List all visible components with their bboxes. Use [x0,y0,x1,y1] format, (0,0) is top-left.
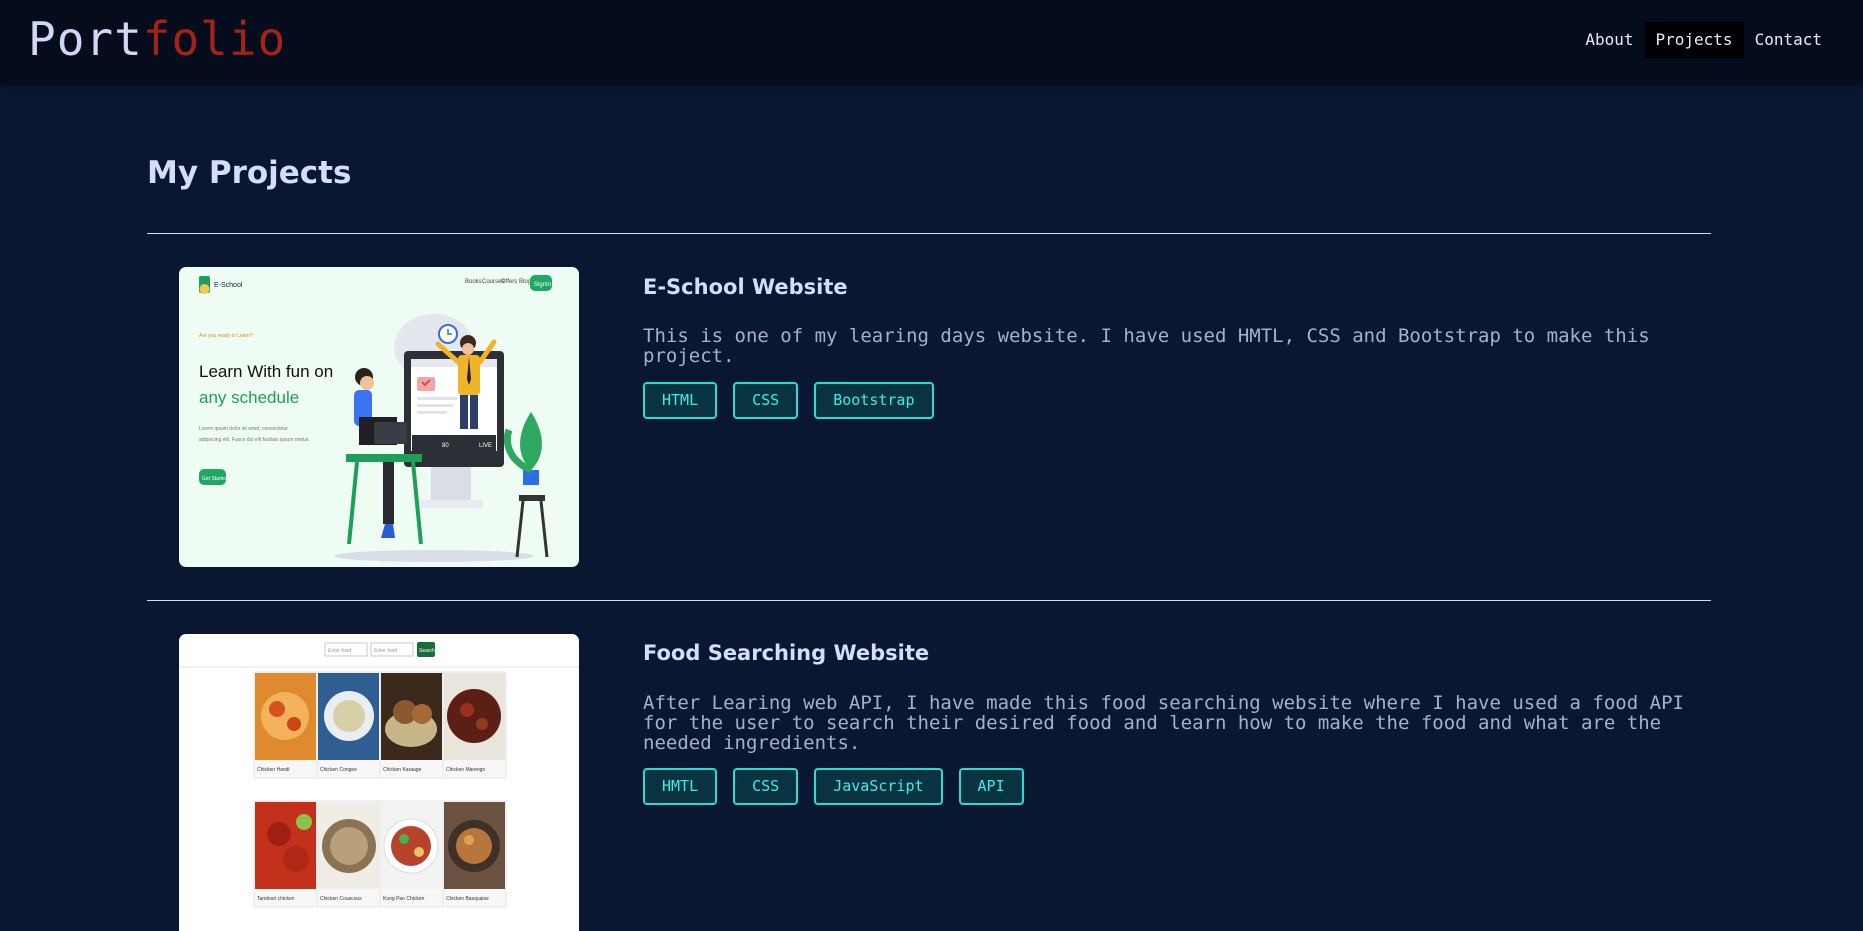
food-input-1: Enter food [328,648,351,654]
food-card-4: Chicken Marengo [442,671,507,779]
eschool-headline-1: Learn With fun on [199,362,333,381]
project-title: E-School Website [643,275,848,299]
eschool-signin: SignIn [534,282,551,288]
eschool-nav-3: Offers [501,279,517,285]
eschool-body-1: Lorem ipsum dolor sit amet, consectetur [199,426,288,432]
food-search-button: Search [419,648,435,654]
project-tags: HTML CSS Bootstrap [643,382,934,419]
project-title: Food Searching Website [643,641,930,665]
eschool-cta: Get Started [202,476,228,482]
food-card-5: Tandoori chicken [253,800,318,908]
tag-css: CSS [733,768,799,805]
eschool-headline-2: any schedule [199,388,299,407]
project-thumbnail-eschool[interactable]: E-School Books Courses Offers Blog SignI… [179,267,579,567]
brand-part-2: folio [142,12,287,66]
food-card-6: Chicken Couscous [316,800,381,908]
food-card-2: Chicken Congee [316,671,381,779]
project-description: This is one of my learing days website. … [643,325,1650,367]
tag-css: CSS [733,382,799,419]
svg-text:Chicken Marengo: Chicken Marengo [446,767,485,773]
svg-text:Kung Pao Chicken: Kung Pao Chicken [383,896,425,902]
food-input-2: Enter food [374,648,397,654]
svg-text:Chicken Congee: Chicken Congee [320,767,357,773]
divider [147,233,1711,234]
food-card-8: Chicken Basquaise [442,800,507,908]
nav-contact[interactable]: Contact [1744,22,1833,58]
nav-about[interactable]: About [1574,22,1644,58]
tag-api: API [958,768,1024,805]
eschool-live: LIVE [479,443,492,449]
tag-javascript: JavaScript [814,768,943,805]
brand-part-1: Port [28,12,143,66]
page-title: My Projects [147,155,352,191]
eschool-nav-4: Blog [519,279,531,285]
food-card-1: Chicken Handi [253,671,318,779]
project-tags: HMTL CSS JavaScript API [643,768,1024,805]
eschool-logo-icon [199,276,210,294]
svg-text:Chicken Couscous: Chicken Couscous [320,896,362,902]
svg-text:Chicken Handi: Chicken Handi [257,767,290,773]
tag-html: HTML [643,382,718,419]
svg-text:Tandoori chicken: Tandoori chicken [257,896,295,902]
nav-menu: About Projects Contact [1574,22,1833,58]
navbar: Portfolio About Projects Contact [0,0,1863,84]
food-card-3: Chicken Karaage [379,671,444,779]
food-card-7: Kung Pao Chicken [379,800,444,908]
divider [147,600,1711,601]
brand-logo[interactable]: Portfolio [28,10,286,68]
tag-bootstrap: Bootstrap [814,382,934,419]
eschool-body-2: adipiscing elit. Fusce dui elit facilisi… [199,437,310,443]
project-thumbnail-food[interactable]: Enter food Enter food Search Chicken Han… [179,634,579,931]
eschool-logo-text: E-School [214,282,243,289]
nav-projects[interactable]: Projects [1644,22,1744,58]
svg-text:Chicken Basquaise: Chicken Basquaise [446,896,489,902]
project-description: After Learing web API, I have made this … [643,692,1684,754]
eschool-kicker: Are you ready to Learn? [199,333,253,339]
svg-text:Chicken Karaage: Chicken Karaage [383,767,422,773]
eschool-count: 80 [442,443,449,449]
tag-hmtl: HMTL [643,768,718,805]
eschool-nav-1: Books [465,279,482,285]
